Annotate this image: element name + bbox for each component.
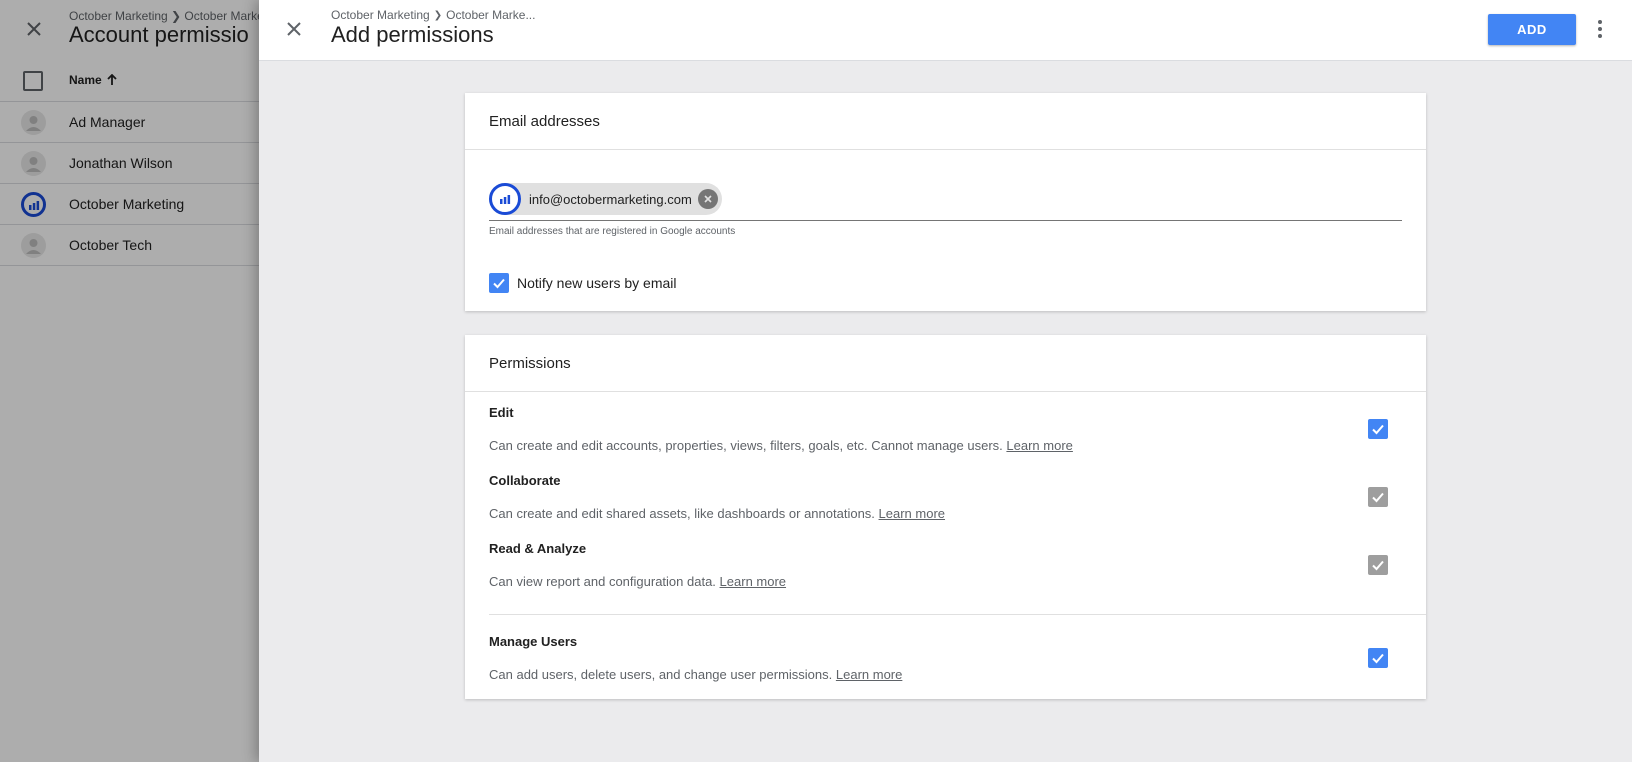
- remove-chip-icon[interactable]: [697, 189, 718, 209]
- more-vert-icon[interactable]: [1588, 14, 1612, 44]
- permissions-card: Permissions Edit Can create and edit acc…: [465, 335, 1426, 699]
- email-chip[interactable]: info@octobermarketing.com: [489, 183, 722, 215]
- chevron-right-icon: ❯: [433, 9, 443, 21]
- breadcrumb: October Marketing ❯ October Marke...: [331, 8, 535, 22]
- notify-label: Notify new users by email: [517, 275, 677, 291]
- permission-desc-text: Can view report and configuration data.: [489, 574, 716, 589]
- permission-description: Can create and edit shared assets, like …: [489, 506, 1402, 521]
- permission-read-analyze: Read & Analyze Can view report and confi…: [489, 541, 1402, 589]
- permission-manage-users: Manage Users Can add users, delete users…: [489, 634, 1402, 682]
- breadcrumb-item[interactable]: October Marke...: [446, 8, 535, 22]
- brand-logo-icon: [489, 183, 521, 215]
- email-input[interactable]: info@octobermarketing.com: [489, 183, 1402, 221]
- manage-users-checkbox[interactable]: [1368, 648, 1388, 668]
- permission-description: Can view report and configuration data. …: [489, 574, 1402, 589]
- panel-title: Add permissions: [331, 22, 494, 47]
- close-icon[interactable]: [279, 14, 309, 44]
- permission-description: Can create and edit accounts, properties…: [489, 438, 1402, 453]
- permission-desc-text: Can create and edit accounts, properties…: [489, 438, 1003, 453]
- collaborate-checkbox: [1368, 487, 1388, 507]
- add-button[interactable]: ADD: [1488, 14, 1576, 45]
- edit-checkbox[interactable]: [1368, 419, 1388, 439]
- permission-desc-text: Can add users, delete users, and change …: [489, 667, 833, 682]
- add-permissions-panel: October Marketing ❯ October Marke... Add…: [259, 0, 1632, 762]
- learn-more-link[interactable]: Learn more: [836, 667, 902, 682]
- card-title: Email addresses: [465, 93, 1426, 150]
- chip-email-text: info@octobermarketing.com: [529, 191, 692, 207]
- permission-name: Edit: [489, 405, 514, 420]
- permission-edit: Edit Can create and edit accounts, prope…: [489, 405, 1402, 453]
- learn-more-link[interactable]: Learn more: [1006, 438, 1072, 453]
- permission-description: Can add users, delete users, and change …: [489, 667, 1402, 682]
- permission-name: Manage Users: [489, 634, 578, 649]
- divider: [489, 614, 1426, 615]
- email-hint: Email addresses that are registered in G…: [489, 226, 736, 237]
- permission-collaborate: Collaborate Can create and edit shared a…: [489, 473, 1402, 521]
- card-title: Permissions: [465, 335, 1426, 392]
- read-analyze-checkbox: [1368, 555, 1388, 575]
- breadcrumb-item[interactable]: October Marketing: [331, 8, 430, 22]
- learn-more-link[interactable]: Learn more: [720, 574, 786, 589]
- permission-name: Read & Analyze: [489, 541, 587, 556]
- notify-row: Notify new users by email: [489, 273, 677, 293]
- permission-desc-text: Can create and edit shared assets, like …: [489, 506, 875, 521]
- email-addresses-card: Email addresses info@octobermarketing.co…: [465, 93, 1426, 311]
- panel-header: October Marketing ❯ October Marke... Add…: [259, 0, 1632, 61]
- permission-name: Collaborate: [489, 473, 561, 488]
- notify-checkbox[interactable]: [489, 273, 509, 293]
- learn-more-link[interactable]: Learn more: [879, 506, 945, 521]
